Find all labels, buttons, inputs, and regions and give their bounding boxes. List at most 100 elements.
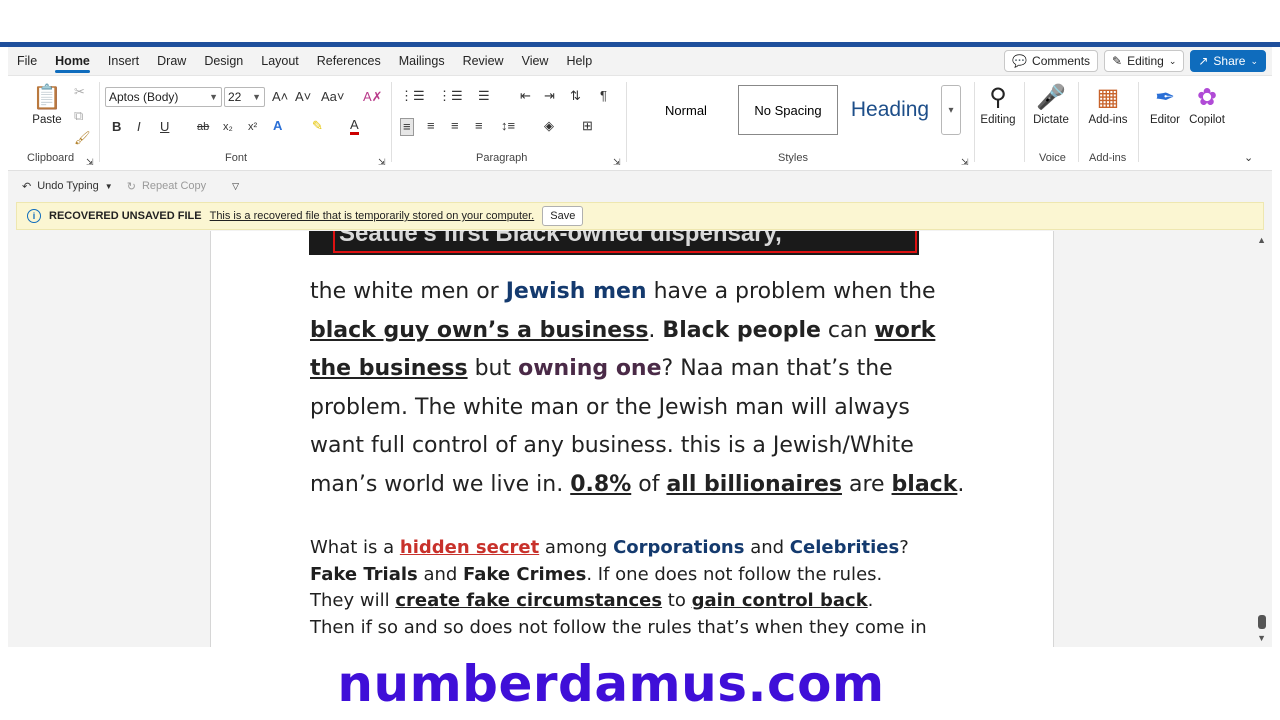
superscript-icon[interactable]: x² — [248, 119, 257, 135]
underline-icon[interactable]: U — [160, 119, 169, 135]
top-blank-area — [0, 0, 1280, 42]
document-page[interactable]: Seattle's first Black-owned dispensary, … — [210, 231, 1054, 647]
paragraph-2[interactable]: What is a hidden secret among Corporatio… — [310, 535, 990, 641]
tab-view[interactable]: View — [513, 47, 558, 75]
dialog-launcher-icon[interactable]: ⇲ — [378, 154, 386, 170]
repeat-icon[interactable]: ↻ — [127, 180, 136, 193]
tab-references[interactable]: References — [308, 47, 390, 75]
editing-button[interactable]: ⚲ Editing — [975, 82, 1021, 126]
bold-icon[interactable]: B — [112, 119, 121, 135]
paragraph-2-line-2: Fake Trials and Fake Crimes. If one does… — [310, 563, 883, 585]
editor-pen-icon: ✒ — [1154, 84, 1176, 111]
tab-insert[interactable]: Insert — [99, 47, 148, 75]
tab-file[interactable]: File — [8, 47, 46, 75]
paste-button[interactable]: 📋 Paste — [24, 82, 70, 126]
divider — [626, 82, 627, 162]
addins-group-label: Add-ins — [1089, 152, 1127, 164]
tab-layout[interactable]: Layout — [252, 47, 308, 75]
align-right-icon[interactable]: ≡ — [451, 118, 459, 134]
info-icon: i — [27, 209, 41, 223]
repeat-button[interactable]: Repeat Copy — [142, 180, 206, 192]
vertical-scrollbar-thumb[interactable] — [1258, 615, 1266, 629]
addins-button[interactable]: ▦ Add-ins — [1085, 82, 1131, 126]
divider — [1078, 82, 1079, 162]
align-center-icon[interactable]: ≡ — [427, 118, 435, 134]
bullets-icon[interactable]: ⋮☰ — [400, 88, 425, 104]
copilot-button[interactable]: ✿ Copilot — [1184, 82, 1230, 126]
change-case-icon[interactable]: Aa˅ — [321, 89, 345, 105]
editor-button[interactable]: ✒ Editor — [1142, 82, 1188, 126]
tab-draw[interactable]: Draw — [148, 47, 195, 75]
editing-mode-button[interactable]: ✎ Editing ⌄ — [1104, 50, 1185, 72]
share-icon: ↗ — [1198, 54, 1209, 68]
dialog-launcher-icon[interactable]: ⇲ — [613, 154, 621, 170]
chevron-down-icon: ⌄ — [1168, 55, 1177, 66]
banner-title: RECOVERED UNSAVED FILE — [49, 210, 202, 222]
dialog-launcher-icon[interactable]: ⇲ — [86, 154, 94, 170]
tab-help[interactable]: Help — [557, 47, 601, 75]
highlight-icon[interactable]: ✎ — [312, 118, 323, 134]
embedded-image[interactable]: Seattle's first Black-owned dispensary, — [309, 231, 919, 255]
dialog-launcher-icon[interactable]: ⇲ — [961, 154, 969, 170]
undo-icon[interactable]: ↶ — [22, 180, 31, 193]
search-icon: ⚲ — [989, 84, 1007, 111]
watermark-area: numberdamus.com — [0, 647, 1280, 720]
style-normal[interactable]: Normal — [636, 85, 736, 135]
dictate-button[interactable]: 🎤 Dictate — [1028, 82, 1074, 126]
font-color-icon[interactable]: A — [350, 118, 359, 135]
copy-icon[interactable]: ⧉ — [74, 108, 83, 124]
scroll-up-arrow-icon[interactable]: ▲ — [1257, 235, 1266, 245]
italic-icon[interactable]: I — [137, 119, 141, 135]
grow-font-icon[interactable]: A˄ — [272, 89, 288, 105]
banner-message-link[interactable]: This is a recovered file that is tempora… — [210, 210, 535, 222]
strikethrough-icon[interactable]: ab — [197, 119, 209, 135]
font-name-select[interactable]: Aptos (Body) ▼ — [105, 87, 222, 107]
pilcrow-icon[interactable]: ¶ — [600, 88, 607, 104]
comments-button[interactable]: 💬 Comments — [1004, 50, 1099, 72]
line-spacing-icon[interactable]: ↕≡ — [501, 118, 515, 134]
justify-icon[interactable]: ≡ — [475, 118, 483, 134]
format-painter-icon[interactable]: 🖌 — [74, 130, 91, 146]
customize-toolbar-icon[interactable]: ▽ — [232, 181, 239, 192]
borders-icon[interactable]: ⊞ — [582, 118, 593, 134]
banner-save-button[interactable]: Save — [542, 206, 584, 226]
tab-review[interactable]: Review — [454, 47, 513, 75]
font-size-select[interactable]: 22 ▼ — [224, 87, 265, 107]
numbering-icon[interactable]: ⋮☰ — [438, 88, 463, 104]
comment-icon: 💬 — [1012, 54, 1028, 68]
divider — [1138, 82, 1139, 162]
recovered-file-banner: i RECOVERED UNSAVED FILE This is a recov… — [16, 202, 1264, 230]
collapse-ribbon-icon[interactable]: ⌄ — [1244, 150, 1253, 166]
tab-home[interactable]: Home — [46, 47, 99, 75]
paragraph-group-label: Paragraph — [476, 152, 528, 164]
home-ribbon: 📋 Paste ✂ ⧉ 🖌 Clipboard ⇲ Aptos (Body) ▼… — [8, 75, 1272, 171]
font-size-value: 22 — [228, 90, 242, 104]
undo-button[interactable]: Undo Typing — [37, 180, 99, 192]
text-effects-icon[interactable]: A — [273, 118, 282, 134]
increase-indent-icon[interactable]: ⇥ — [544, 88, 555, 104]
document-canvas[interactable]: Seattle's first Black-owned dispensary, … — [8, 231, 1272, 647]
quick-access-row: ↶ Undo Typing ▼ ↻ Repeat Copy ▽ — [8, 171, 1272, 201]
shrink-font-icon[interactable]: A˅ — [295, 89, 311, 105]
multilevel-list-icon[interactable]: ☰ — [478, 88, 490, 104]
cut-icon[interactable]: ✂ — [74, 84, 85, 100]
share-button[interactable]: ↗ Share ⌄ — [1190, 50, 1266, 72]
styles-gallery-expand[interactable]: ▾ — [941, 85, 961, 135]
paragraph-1[interactable]: the white men or Jewish men have a probl… — [310, 273, 970, 504]
align-left-icon[interactable]: ≡ — [400, 118, 414, 136]
font-name-value: Aptos (Body) — [109, 90, 179, 104]
scroll-down-arrow-icon[interactable]: ▼ — [1257, 633, 1266, 643]
chevron-down-icon[interactable]: ▼ — [105, 182, 113, 191]
tab-mailings[interactable]: Mailings — [390, 47, 454, 75]
clear-formatting-icon[interactable]: A✗ — [363, 89, 383, 105]
shading-icon[interactable]: ◈ — [544, 118, 554, 134]
decrease-indent-icon[interactable]: ⇤ — [520, 88, 531, 104]
sort-icon[interactable]: ⇅ — [570, 88, 581, 104]
dictate-btn-label: Dictate — [1033, 114, 1069, 126]
style-heading[interactable]: Heading — [840, 85, 940, 135]
style-no-spacing[interactable]: No Spacing — [738, 85, 838, 135]
subscript-icon[interactable]: x₂ — [223, 119, 233, 135]
paragraph-2-line-4: Then if so and so does not follow the ru… — [310, 616, 927, 638]
editing-btn-label: Editing — [980, 114, 1016, 126]
tab-design[interactable]: Design — [195, 47, 252, 75]
